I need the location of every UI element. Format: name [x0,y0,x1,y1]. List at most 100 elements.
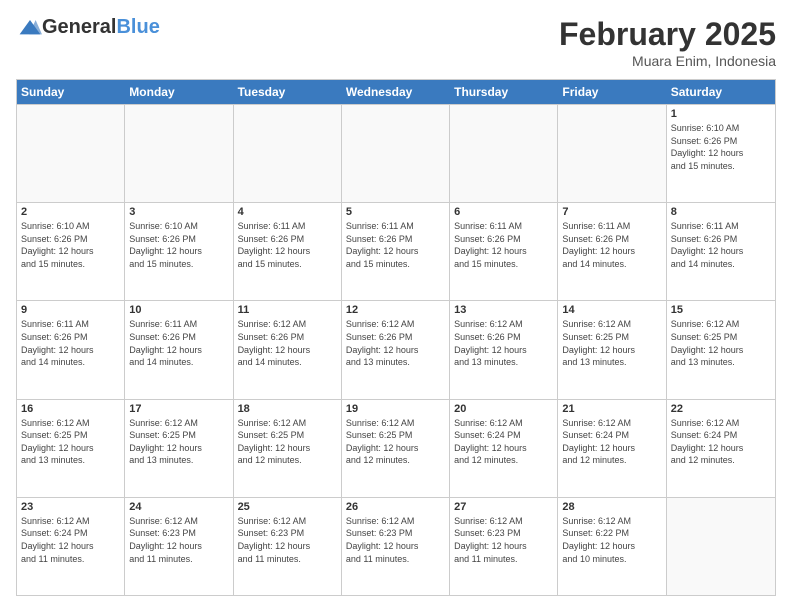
day-info: Sunrise: 6:12 AM Sunset: 6:22 PM Dayligh… [562,515,661,565]
day-info: Sunrise: 6:12 AM Sunset: 6:25 PM Dayligh… [129,417,228,467]
day-number: 23 [21,501,120,513]
header-wednesday: Wednesday [342,80,450,104]
day-info: Sunrise: 6:12 AM Sunset: 6:24 PM Dayligh… [21,515,120,565]
day-number: 22 [671,403,771,415]
day-info: Sunrise: 6:12 AM Sunset: 6:25 PM Dayligh… [21,417,120,467]
logo-icon [18,18,42,38]
header: GeneralBlue February 2025 Muara Enim, In… [16,16,776,69]
day-number: 16 [21,403,120,415]
day-number: 11 [238,304,337,316]
cal-cell-0-4 [450,105,558,202]
cal-cell-2-3: 12 Sunrise: 6:12 AM Sunset: 6:26 PM Dayli… [342,301,450,398]
day-info: Sunrise: 6:11 AM Sunset: 6:26 PM Dayligh… [238,220,337,270]
cal-cell-3-1: 17 Sunrise: 6:12 AM Sunset: 6:25 PM Dayli… [125,400,233,497]
calendar-header: Sunday Monday Tuesday Wednesday Thursday… [17,80,775,104]
day-info: Sunrise: 6:10 AM Sunset: 6:26 PM Dayligh… [21,220,120,270]
cal-cell-4-3: 26 Sunrise: 6:12 AM Sunset: 6:23 PM Dayli… [342,498,450,595]
day-info: Sunrise: 6:11 AM Sunset: 6:26 PM Dayligh… [454,220,553,270]
logo-general: General [42,16,116,39]
day-number: 3 [129,206,228,218]
calendar-body: 1 Sunrise: 6:10 AM Sunset: 6:26 PM Daylig… [17,104,775,595]
cal-cell-0-2 [234,105,342,202]
day-number: 12 [346,304,445,316]
day-number: 25 [238,501,337,513]
day-info: Sunrise: 6:12 AM Sunset: 6:23 PM Dayligh… [238,515,337,565]
location: Muara Enim, Indonesia [559,53,776,69]
cal-cell-1-2: 4 Sunrise: 6:11 AM Sunset: 6:26 PM Daylig… [234,203,342,300]
day-number: 10 [129,304,228,316]
day-number: 18 [238,403,337,415]
cal-cell-2-5: 14 Sunrise: 6:12 AM Sunset: 6:25 PM Dayli… [558,301,666,398]
cal-cell-1-6: 8Sunrise: 6:11 AM Sunset: 6:26 PM Daylig… [667,203,775,300]
day-number: 7 [562,206,661,218]
cal-cell-1-3: 5Sunrise: 6:11 AM Sunset: 6:26 PM Daylig… [342,203,450,300]
cal-cell-0-5 [558,105,666,202]
cal-cell-2-6: 15 Sunrise: 6:12 AM Sunset: 6:25 PM Dayli… [667,301,775,398]
day-info: Sunrise: 6:12 AM Sunset: 6:24 PM Dayligh… [562,417,661,467]
day-info: Sunrise: 6:12 AM Sunset: 6:23 PM Dayligh… [346,515,445,565]
logo: GeneralBlue [16,16,160,39]
day-number: 6 [454,206,553,218]
cal-cell-0-1 [125,105,233,202]
day-number: 13 [454,304,553,316]
header-tuesday: Tuesday [234,80,342,104]
day-info: Sunrise: 6:12 AM Sunset: 6:24 PM Dayligh… [671,417,771,467]
cal-cell-3-5: 21 Sunrise: 6:12 AM Sunset: 6:24 PM Dayli… [558,400,666,497]
week-row-0: 1 Sunrise: 6:10 AM Sunset: 6:26 PM Daylig… [17,104,775,202]
cal-cell-1-0: 2Sunrise: 6:10 AM Sunset: 6:26 PM Daylig… [17,203,125,300]
day-number: 26 [346,501,445,513]
day-info: Sunrise: 6:12 AM Sunset: 6:25 PM Dayligh… [346,417,445,467]
cal-cell-0-6: 1 Sunrise: 6:10 AM Sunset: 6:26 PM Daylig… [667,105,775,202]
day-info: Sunrise: 6:12 AM Sunset: 6:26 PM Dayligh… [238,318,337,368]
cal-cell-2-0: 9 Sunrise: 6:11 AM Sunset: 6:26 PM Daylig… [17,301,125,398]
day-info: Sunrise: 6:11 AM Sunset: 6:26 PM Dayligh… [562,220,661,270]
day-info: Sunrise: 6:12 AM Sunset: 6:25 PM Dayligh… [671,318,771,368]
day-info: Sunrise: 6:12 AM Sunset: 6:26 PM Dayligh… [454,318,553,368]
day-info: Sunrise: 6:10 AM Sunset: 6:26 PM Dayligh… [671,122,771,172]
cal-cell-4-1: 24Sunrise: 6:12 AM Sunset: 6:23 PM Dayli… [125,498,233,595]
day-info: Sunrise: 6:12 AM Sunset: 6:26 PM Dayligh… [346,318,445,368]
cal-cell-1-5: 7 Sunrise: 6:11 AM Sunset: 6:26 PM Daylig… [558,203,666,300]
cal-cell-2-4: 13 Sunrise: 6:12 AM Sunset: 6:26 PM Dayli… [450,301,558,398]
cal-cell-4-0: 23 Sunrise: 6:12 AM Sunset: 6:24 PM Dayli… [17,498,125,595]
cal-cell-3-0: 16 Sunrise: 6:12 AM Sunset: 6:25 PM Dayli… [17,400,125,497]
header-friday: Friday [558,80,666,104]
cal-cell-1-4: 6 Sunrise: 6:11 AM Sunset: 6:26 PM Daylig… [450,203,558,300]
cal-cell-2-1: 10 Sunrise: 6:11 AM Sunset: 6:26 PM Dayli… [125,301,233,398]
cal-cell-3-2: 18 Sunrise: 6:12 AM Sunset: 6:25 PM Dayli… [234,400,342,497]
page: GeneralBlue February 2025 Muara Enim, In… [0,0,792,612]
day-number: 14 [562,304,661,316]
day-info: Sunrise: 6:12 AM Sunset: 6:25 PM Dayligh… [238,417,337,467]
day-info: Sunrise: 6:11 AM Sunset: 6:26 PM Dayligh… [21,318,120,368]
week-row-4: 23 Sunrise: 6:12 AM Sunset: 6:24 PM Dayli… [17,497,775,595]
cal-cell-4-4: 27Sunrise: 6:12 AM Sunset: 6:23 PM Dayli… [450,498,558,595]
day-number: 4 [238,206,337,218]
week-row-1: 2Sunrise: 6:10 AM Sunset: 6:26 PM Daylig… [17,202,775,300]
header-thursday: Thursday [450,80,558,104]
day-info: Sunrise: 6:10 AM Sunset: 6:26 PM Dayligh… [129,220,228,270]
calendar: Sunday Monday Tuesday Wednesday Thursday… [16,79,776,596]
day-info: Sunrise: 6:12 AM Sunset: 6:23 PM Dayligh… [129,515,228,565]
day-number: 9 [21,304,120,316]
cal-cell-2-2: 11 Sunrise: 6:12 AM Sunset: 6:26 PM Dayli… [234,301,342,398]
header-saturday: Saturday [667,80,775,104]
header-sunday: Sunday [17,80,125,104]
day-number: 19 [346,403,445,415]
cal-cell-3-6: 22 Sunrise: 6:12 AM Sunset: 6:24 PM Dayli… [667,400,775,497]
day-number: 1 [671,108,771,120]
cal-cell-4-5: 28Sunrise: 6:12 AM Sunset: 6:22 PM Dayli… [558,498,666,595]
cal-cell-4-2: 25 Sunrise: 6:12 AM Sunset: 6:23 PM Dayli… [234,498,342,595]
cal-cell-3-4: 20Sunrise: 6:12 AM Sunset: 6:24 PM Dayli… [450,400,558,497]
day-number: 15 [671,304,771,316]
title-block: February 2025 Muara Enim, Indonesia [559,16,776,69]
day-info: Sunrise: 6:12 AM Sunset: 6:25 PM Dayligh… [562,318,661,368]
cal-cell-1-1: 3 Sunrise: 6:10 AM Sunset: 6:26 PM Daylig… [125,203,233,300]
week-row-3: 16 Sunrise: 6:12 AM Sunset: 6:25 PM Dayli… [17,399,775,497]
day-info: Sunrise: 6:12 AM Sunset: 6:24 PM Dayligh… [454,417,553,467]
day-info: Sunrise: 6:11 AM Sunset: 6:26 PM Dayligh… [129,318,228,368]
day-info: Sunrise: 6:11 AM Sunset: 6:26 PM Dayligh… [346,220,445,270]
day-number: 21 [562,403,661,415]
week-row-2: 9 Sunrise: 6:11 AM Sunset: 6:26 PM Daylig… [17,300,775,398]
day-number: 17 [129,403,228,415]
day-info: Sunrise: 6:12 AM Sunset: 6:23 PM Dayligh… [454,515,553,565]
